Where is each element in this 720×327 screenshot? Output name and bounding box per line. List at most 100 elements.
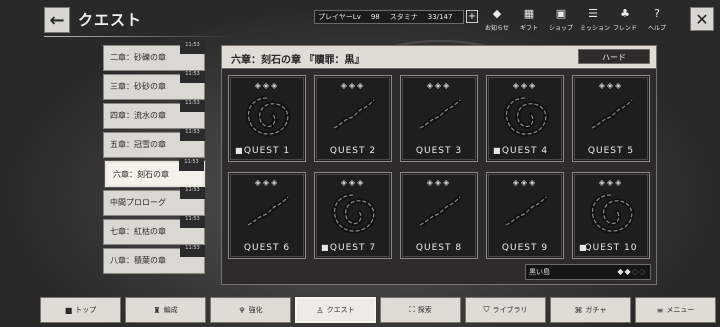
quest-label: QUEST 5 [587,146,635,156]
nav-label: 編成 [163,306,178,314]
gacha-icon: ⌘ [574,305,583,315]
friend-icon: ♣ [620,7,630,20]
header-bell-button[interactable]: ◆ お知らせ [484,7,510,32]
explore-icon: ⛶ [409,305,415,314]
chapter-reward-badge: 11:53 [180,42,205,54]
header-shop-button[interactable]: ▣ ショップ [548,7,574,32]
player-level-value: 98 [370,13,380,21]
quest-label: QUEST 8 [415,243,463,253]
quest-rank-icons: ◈◈◈ [254,178,280,187]
chapter-reward-badge: 11:53 [180,245,205,257]
quest-rank-icons: ◈◈◈ [598,178,624,187]
nav-menu-button[interactable]: ≡ メニュー [635,297,716,323]
header-icon-bar: ◆ お知らせ ▦ ギフト ▣ ショップ ☰ ミッション ♣ フレンド? ヘルプ [484,7,670,32]
quest-tile[interactable]: ◈◈◈ QUEST 3 [400,75,478,162]
chapter-item[interactable]: 四章：流水の章 11:53 [103,100,205,129]
chapter-reward-badge: 11:53 [180,71,205,83]
back-button[interactable]: ← [44,7,70,33]
upgrade-icon: ♆ [238,305,246,315]
quest-tile[interactable]: ◈◈◈ ■ QUEST 4 [486,75,564,162]
quest-rank-icons: ◈◈◈ [426,81,452,90]
panel-title: 六章：刻石の章 『贖罪：黒』 [231,55,365,66]
nav-quest-button[interactable]: ♙ クエスト [295,297,376,323]
header-gift-button[interactable]: ▦ ギフト [516,7,542,32]
quest-tile[interactable]: ◈◈◈ ■ QUEST 7 [314,172,392,259]
nav-label: トップ [75,306,97,314]
quest-label: QUEST 2 [329,146,377,156]
coiled-chain-icon [332,192,377,234]
chapter-label: 三章：砂砂の章 [110,82,166,91]
quest-label: QUEST 10 [584,243,638,253]
close-button[interactable]: ✕ [690,7,714,31]
coiled-chain-icon [590,192,635,234]
quest-rank-icons: ◈◈◈ [426,178,452,187]
chapter-reward-badge: 11:53 [180,100,205,112]
chapter-label: 中間プロローグ [110,198,166,207]
quest-tile[interactable]: ◈◈◈ ■ QUEST 1 [228,75,306,162]
quest-tile[interactable]: ◈◈◈ QUEST 6 [228,172,306,259]
title-underline [44,36,234,37]
nav-label: メニュー [666,306,695,314]
chapter-label: 六章：刻石の章 [113,170,169,179]
chapter-item[interactable]: 六章：刻石の章 11:53 [105,159,205,187]
chapter-item[interactable]: 八章：積葉の章 11:53 [103,245,205,274]
quest-tile[interactable]: ◈◈◈ QUEST 5 [572,75,650,162]
add-stamina-button[interactable]: + [466,10,478,23]
quest-label: QUEST 6 [243,243,291,253]
chapter-label: 二章：砂礫の章 [110,53,166,62]
help-icon: ? [654,7,660,20]
chapter-item[interactable]: 五章：冠雪の章 11:53 [103,129,205,158]
quest-tile[interactable]: ◈◈◈ QUEST 9 [486,172,564,259]
nav-label: 強化 [248,306,263,314]
nav-formation-button[interactable]: ♜ 編成 [125,297,206,323]
chapter-reward-badge: 11:53 [180,216,205,228]
island-label: 黒い島 [529,268,550,276]
quest-rank-icons: ◈◈◈ [340,81,366,90]
chain-icon [590,98,634,131]
close-icon: ✕ [695,9,709,29]
quest-tile[interactable]: ◈◈◈ ■ QUEST 10 [572,172,650,259]
header-friend-button[interactable]: ♣ フレンド [612,7,638,32]
chain-icon [332,98,376,131]
island-progress-marks: ◆◆◇◇ [617,267,646,276]
header-mission-button[interactable]: ☰ ミッション [580,7,610,32]
chapter-item[interactable]: 七章：紅枯の章 11:53 [103,216,205,245]
quest-icon: ♙ [316,305,324,315]
chapter-item[interactable]: 三章：砂砂の章 11:53 [103,71,205,100]
quest-label: QUEST 9 [501,243,549,253]
chapter-list: 二章：砂礫の章 11:53 三章：砂砂の章 11:53 四章：流水の章 11:53 五章：冠… [103,42,205,277]
header-help-button[interactable]: ? ヘルプ [644,7,670,32]
quest-rank-icons: ◈◈◈ [598,81,624,90]
home-icon: ■ [64,305,73,315]
coiled-chain-icon [246,95,291,137]
nav-label: クエスト [326,306,355,314]
nav-explore-button[interactable]: ⛶ 探索 [380,297,461,323]
quest-rank-icons: ◈◈◈ [340,178,366,187]
player-level-label: プレイヤーLv [318,13,361,21]
quest-rank-icons: ◈◈◈ [512,81,538,90]
chapter-item[interactable]: 中間プロローグ 11:53 [103,187,205,216]
quest-tile[interactable]: ◈◈◈ QUEST 2 [314,75,392,162]
library-icon: ⛉ [483,305,490,314]
chapter-reward-badge: 11:53 [180,129,205,141]
quest-rank-icons: ◈◈◈ [512,178,538,187]
chain-icon [418,195,462,228]
header-icon-label: ヘルプ [647,25,666,32]
quest-tile[interactable]: ◈◈◈ QUEST 8 [400,172,478,259]
nav-gacha-button[interactable]: ⌘ ガチャ [550,297,631,323]
back-arrow-icon: ← [49,9,65,31]
chapter-label: 七章：紅枯の章 [110,227,166,236]
hard-mode-button[interactable]: ハード [578,49,650,64]
chain-icon [418,98,462,131]
chapter-item[interactable]: 二章：砂礫の章 11:53 [103,42,205,71]
header-icon-label: お知らせ [485,25,509,32]
formation-icon: ♜ [153,305,161,315]
nav-library-button[interactable]: ⛉ ライブラリ [465,297,546,323]
chain-icon [504,195,548,228]
nav-label: 探索 [417,306,432,314]
stamina-value: 33/147 [427,13,453,21]
chapter-label: 五章：冠雪の章 [110,140,166,149]
chapter-reward-badge: 11:53 [179,159,204,171]
nav-home-button[interactable]: ■ トップ [40,297,121,323]
nav-upgrade-button[interactable]: ♆ 強化 [210,297,291,323]
